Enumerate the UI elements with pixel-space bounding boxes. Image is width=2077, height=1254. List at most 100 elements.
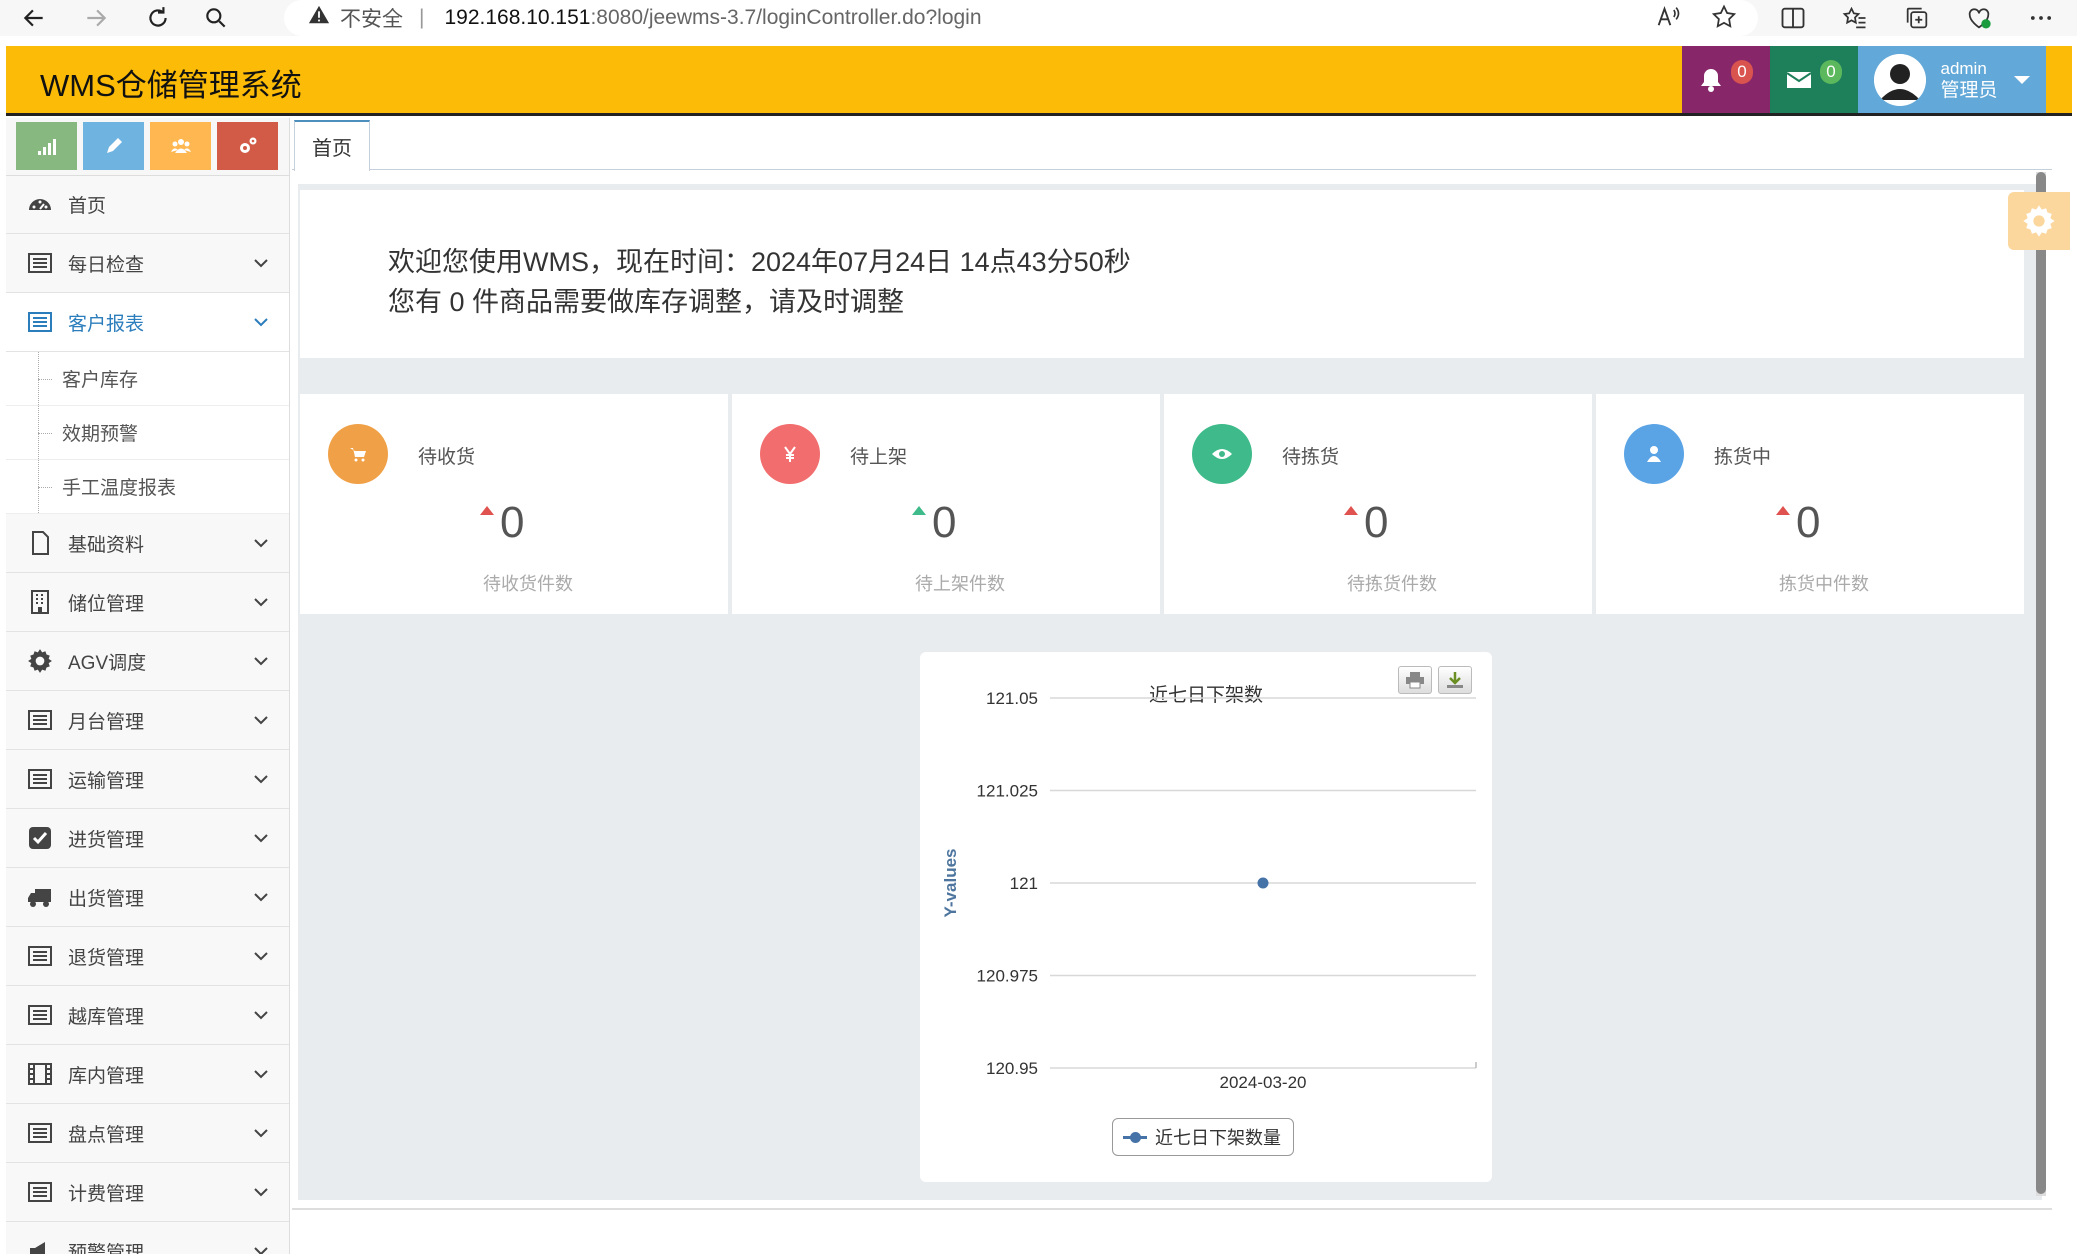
stat-value: 0 (500, 498, 525, 547)
y-tick-label: 120.95 (986, 1059, 1038, 1078)
chevron-down-icon (254, 775, 268, 784)
pencil-icon (106, 138, 122, 153)
read-aloud-icon[interactable] (1654, 3, 1682, 31)
welcome-panel: 欢迎您使用WMS，现在时间：2024年07月24日 14点43分50秒 您有 0… (300, 190, 2024, 358)
shortcut-users-button[interactable] (150, 122, 211, 170)
sidebar-subitem-0[interactable]: 客户库存 (6, 352, 289, 406)
gear-icon (2023, 205, 2055, 237)
sidebar-item-13[interactable]: 盘点管理 (6, 1104, 289, 1163)
stat-subtitle: 待上架件数 (915, 574, 1005, 594)
sidebar-item-label: 基础资料 (68, 534, 145, 556)
sidebar-item-3[interactable]: 基础资料 (6, 514, 289, 573)
favorites-list-icon[interactable] (1841, 4, 1869, 32)
settings-float-button[interactable] (2008, 192, 2070, 250)
user-silhouette-icon (1874, 53, 1927, 106)
sidebar-item-11[interactable]: 越库管理 (6, 986, 289, 1045)
stat-label: 待拣货 (1282, 447, 1340, 468)
sidebar-item-label: 客户报表 (68, 313, 145, 335)
signal-bars-icon (37, 139, 56, 155)
sidebar-subitem-1[interactable]: 效期预警 (6, 406, 289, 460)
chevron-down-icon (254, 716, 268, 725)
sidebar-item-label: 盘点管理 (68, 1124, 145, 1146)
data-point (1257, 877, 1269, 889)
sidebar-menu: 首页每日检查客户报表客户库存 效期预警 手工温度报表基础资料储位管理 AGV调度月台管… (6, 176, 289, 1254)
truck-icon (26, 883, 54, 911)
sidebar-item-label: AGV调度 (68, 652, 147, 674)
sidebar-item-0[interactable]: 首页 (6, 176, 289, 234)
shortcut-stats-button[interactable] (16, 122, 77, 170)
eye-icon (1192, 424, 1252, 484)
sidebar-item-2[interactable]: 客户报表 (6, 293, 289, 352)
shortcut-settings-button[interactable] (217, 122, 278, 170)
warning-icon (308, 4, 330, 32)
back-arrow-icon (23, 9, 43, 27)
chevron-down-icon (254, 893, 268, 902)
sidebar-item-8[interactable]: 进货管理 (6, 809, 289, 868)
address-bar[interactable]: 不安全 | 192.168.10.151 :8080/jeewms-3.7/lo… (284, 0, 1758, 36)
split-screen-icon[interactable] (1779, 4, 1807, 32)
sidebar-item-label: 计费管理 (68, 1183, 145, 1205)
collections-icon[interactable] (1903, 4, 1931, 32)
sidebar-item-5[interactable]: AGV调度 (6, 632, 289, 691)
chevron-down-icon (254, 598, 268, 607)
more-options-icon[interactable] (2027, 4, 2055, 32)
chevron-down-icon (254, 1247, 268, 1254)
y-tick-label: 121 (1010, 874, 1038, 893)
x-tick-label: 2024-03-20 (1220, 1073, 1307, 1092)
y-tick-label: 121.05 (986, 689, 1038, 708)
sidebar-item-9[interactable]: 出货管理 (6, 868, 289, 927)
chevron-down-icon (254, 1070, 268, 1079)
user-icon (1624, 424, 1684, 484)
notifications-button[interactable]: 0 (1682, 46, 1770, 113)
refresh-icon (149, 7, 167, 27)
stat-card-2: 待拣货 0 待拣货件数 (1164, 394, 1592, 614)
welcome-time-text: 欢迎您使用WMS，现在时间：2024年07月24日 14点43分50秒 (388, 247, 1131, 277)
tab-bar: 首页 (292, 118, 2052, 171)
inventory-adjust-text: 您有 0 件商品需要做库存调整，请及时调整 (388, 287, 905, 317)
shortcut-edit-button[interactable] (83, 122, 144, 170)
trend-up-icon (480, 506, 494, 515)
chart-legend[interactable]: 近七日下架数量 (1112, 1118, 1294, 1156)
legend-marker-icon (1123, 1131, 1147, 1143)
sidebar-item-1[interactable]: 每日检查 (6, 234, 289, 293)
messages-count-badge: 0 (1820, 59, 1842, 84)
sidebar-item-label: 月台管理 (68, 711, 145, 733)
insecure-label: 不安全 (340, 8, 403, 31)
back-button[interactable] (14, 0, 54, 36)
sidebar-item-6[interactable]: 月台管理 (6, 691, 289, 750)
refresh-button[interactable] (138, 0, 178, 36)
sidebar-item-label: 运输管理 (68, 770, 145, 792)
list-icon (26, 942, 54, 970)
messages-button[interactable]: 0 (1770, 46, 1858, 113)
content-scrollbar-thumb[interactable] (2036, 172, 2046, 1194)
user-role: 管理员 (1940, 79, 1998, 101)
sidebar-item-4[interactable]: 储位管理 (6, 573, 289, 632)
chevron-down-icon (254, 539, 268, 548)
sidebar-item-label: 首页 (68, 196, 107, 217)
envelope-icon (1786, 71, 1812, 88)
y-tick-label: 120.975 (977, 967, 1038, 986)
browser-essentials-icon[interactable] (1965, 4, 1993, 32)
user-name: admin (1940, 58, 1987, 78)
list-icon (26, 1001, 54, 1029)
list-icon (26, 1178, 54, 1206)
chevron-down-icon (254, 1129, 268, 1138)
sidebar-item-14[interactable]: 计费管理 (6, 1163, 289, 1222)
stat-card-3: 拣货中 0 拣货中件数 (1596, 394, 2024, 614)
list-icon (26, 308, 54, 336)
sidebar-item-15[interactable]: 预警管理 (6, 1222, 289, 1254)
sidebar-item-10[interactable]: 退货管理 (6, 927, 289, 986)
favorite-star-icon[interactable] (1710, 3, 1738, 31)
sidebar-item-label: 储位管理 (68, 593, 145, 615)
sidebar-item-7[interactable]: 运输管理 (6, 750, 289, 809)
sidebar-subitem-2[interactable]: 手工温度报表 (6, 460, 289, 514)
search-button[interactable] (196, 0, 236, 36)
forward-button[interactable] (76, 0, 116, 36)
list-icon (26, 249, 54, 277)
bell-icon (1701, 68, 1721, 92)
user-menu[interactable]: admin 管理员 (1858, 46, 2046, 113)
trend-up-icon (1776, 506, 1790, 515)
line-chart: 121.05 121.025 121 120.975 120.95 2024-03-20 Y… (941, 689, 1477, 1092)
sidebar-item-12[interactable]: 库内管理 (6, 1045, 289, 1104)
tab-home[interactable]: 首页 (294, 120, 370, 171)
